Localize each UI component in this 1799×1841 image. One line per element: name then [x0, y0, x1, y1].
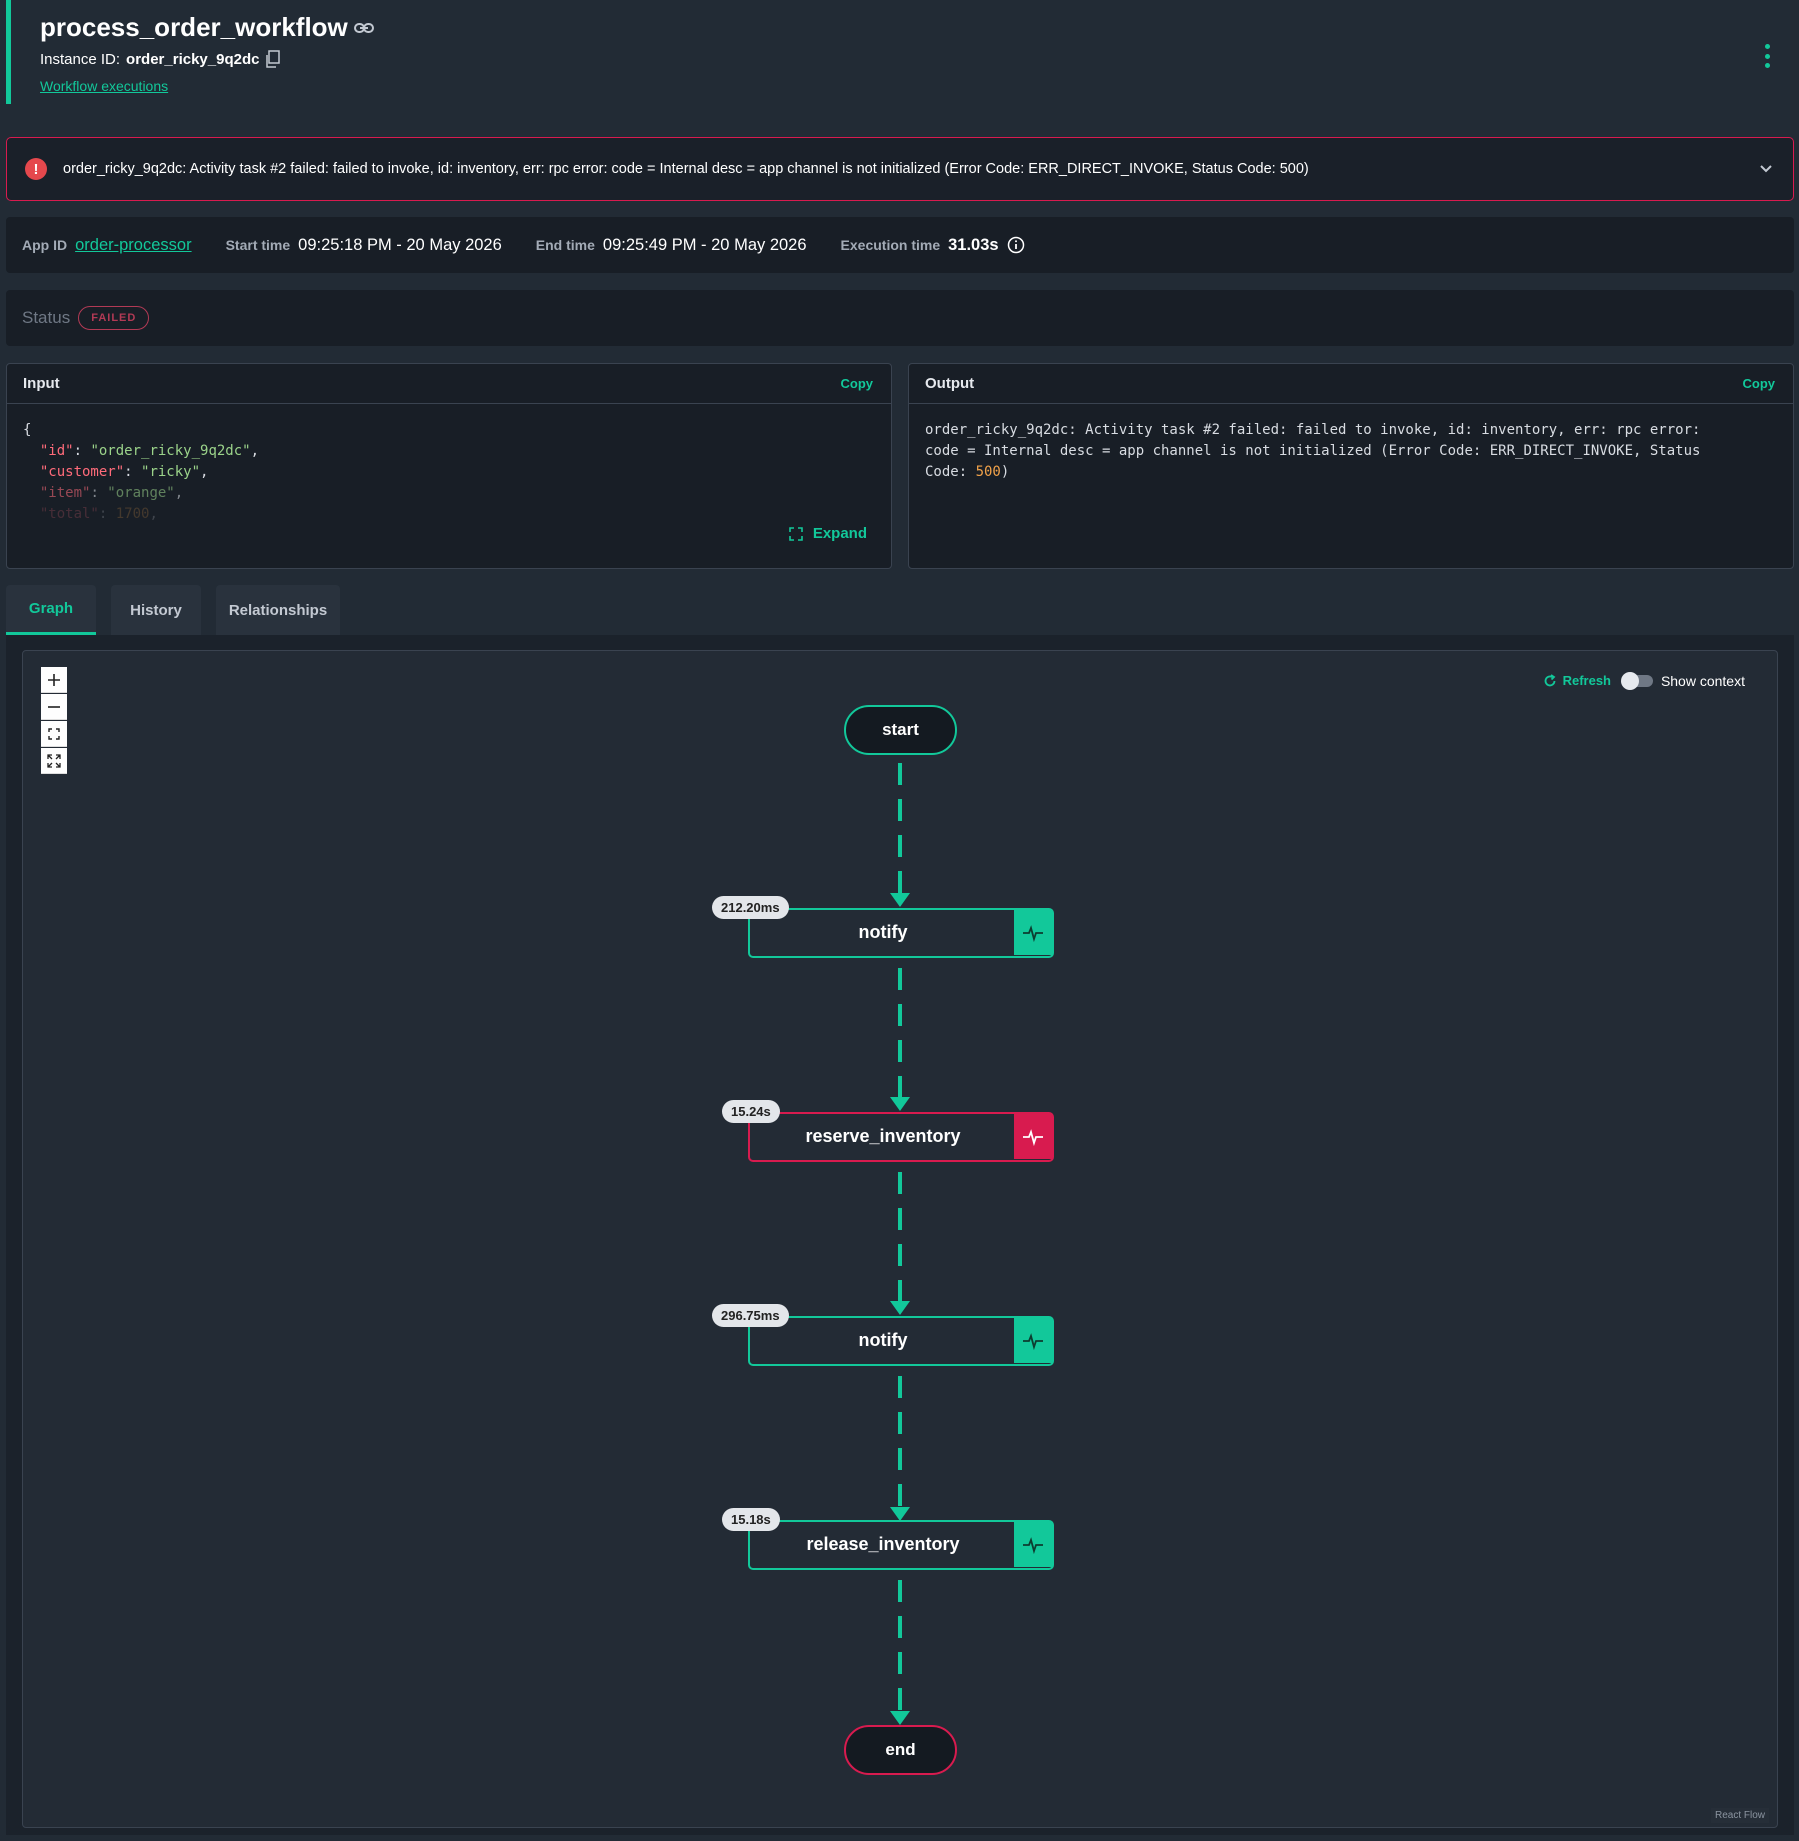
json-line: "total": 1700, [39, 506, 158, 522]
arrow-head [890, 1301, 910, 1315]
error-icon: ! [25, 158, 47, 180]
json-open-brace: { [23, 422, 32, 438]
status-label: Status [22, 308, 71, 327]
task-node-notify[interactable]: 212.20ms notify [712, 896, 1054, 958]
output-panel-title: Output [925, 375, 975, 392]
arrow-head [890, 893, 910, 907]
expand-button[interactable]: Expand [789, 525, 867, 542]
execution-time-item: Execution time 31.03s [841, 236, 1025, 255]
react-flow-attribution[interactable]: React Flow [1710, 1808, 1769, 1823]
copy-icon[interactable] [265, 50, 281, 68]
tab-graph[interactable]: Graph [6, 585, 96, 635]
task-node-reserve-inventory[interactable]: 15.24s reserve_inventory [722, 1100, 1054, 1162]
execution-time-label: Execution time [840, 237, 941, 253]
arrow-head [890, 1097, 910, 1111]
tab-history[interactable]: History [111, 585, 201, 635]
title-row: process_order_workflow [40, 12, 374, 43]
start-time-value: 09:25:18 PM - 20 May 2026 [298, 235, 502, 254]
output-copy-button[interactable]: Copy [1743, 376, 1776, 391]
output-line: Code: 500) [925, 464, 1010, 480]
tab-relationships[interactable]: Relationships [216, 585, 340, 635]
task-label: release_inventory [806, 1534, 960, 1554]
more-options-icon[interactable] [1763, 44, 1771, 68]
info-icon[interactable] [1007, 236, 1025, 254]
status-bar: Status FAILED [6, 290, 1794, 346]
output-line: code = Internal desc = app channel is no… [925, 443, 1701, 459]
instance-id-row: Instance ID: order_ricky_9q2dc [40, 50, 281, 68]
output-code-block: order_ricky_9q2dc: Activity task #2 fail… [909, 404, 1793, 483]
workflow-executions-link[interactable]: Workflow executions [40, 78, 168, 94]
activity-icon[interactable] [1014, 1114, 1052, 1159]
instance-id: order_ricky_9q2dc [126, 50, 260, 68]
link-icon[interactable] [353, 21, 374, 35]
status-badge: FAILED [78, 306, 150, 330]
arrow-head [890, 1507, 910, 1521]
output-panel-header: Output Copy [909, 364, 1793, 404]
expand-icon [789, 526, 803, 541]
output-line: order_ricky_9q2dc: Activity task #2 fail… [925, 422, 1701, 438]
input-copy-button[interactable]: Copy [841, 376, 874, 391]
activity-icon[interactable] [1014, 1522, 1052, 1567]
end-time-label: End time [535, 237, 595, 253]
app-id-link[interactable]: order-processor [75, 236, 191, 255]
task-label: reserve_inventory [805, 1126, 961, 1146]
end-time-value: 09:25:49 PM - 20 May 2026 [602, 235, 807, 254]
json-line: "id": "order_ricky_9q2dc", [39, 443, 260, 459]
expand-label: Expand [812, 525, 867, 542]
view-tabs: Graph History Relationships [6, 585, 340, 635]
end-time-item: End time 09:25:49 PM - 20 May 2026 [536, 236, 807, 255]
input-panel-title: Input [23, 375, 60, 392]
start-node[interactable]: start [844, 705, 957, 755]
output-panel: Output Copy order_ricky_9q2dc: Activity … [908, 363, 1794, 569]
flow-edges [890, 763, 910, 1725]
workflow-graph: Refresh Show context start 212.20ms noti… [22, 650, 1778, 1828]
execution-time-value: 31.03s [948, 235, 999, 254]
app-id-item: App ID order-processor [22, 236, 192, 255]
activity-icon[interactable] [1014, 910, 1052, 955]
json-line: "item": "orange", [39, 485, 184, 501]
input-panel-header: Input Copy [7, 364, 891, 404]
input-code-block: { "id": "order_ricky_9q2dc", "customer":… [7, 404, 891, 534]
instance-label: Instance ID: [40, 50, 121, 68]
task-label: notify [858, 1330, 908, 1350]
error-message: order_ricky_9q2dc: Activity task #2 fail… [63, 161, 1309, 177]
error-banner: ! order_ricky_9q2dc: Activity task #2 fa… [6, 137, 1794, 201]
end-node[interactable]: end [844, 1725, 957, 1775]
page-title: process_order_workflow [40, 12, 348, 42]
arrow-head [890, 1711, 910, 1725]
app-id-label: App ID [22, 237, 68, 253]
task-node-release-inventory[interactable]: 15.18s release_inventory [722, 1508, 1054, 1570]
json-line: "customer": "ricky", [39, 464, 209, 480]
task-node-notify[interactable]: 296.75ms notify [712, 1304, 1054, 1366]
input-panel: Input Copy { "id": "order_ricky_9q2dc", … [6, 363, 892, 569]
start-time-label: Start time [225, 237, 291, 253]
page-header: process_order_workflow Instance ID: orde… [6, 0, 1793, 104]
activity-icon[interactable] [1014, 1318, 1052, 1363]
execution-meta-bar: App ID order-processor Start time 09:25:… [6, 217, 1794, 273]
task-label: notify [858, 922, 908, 942]
chevron-down-icon[interactable] [1759, 162, 1773, 176]
start-time-item: Start time 09:25:18 PM - 20 May 2026 [226, 236, 502, 255]
